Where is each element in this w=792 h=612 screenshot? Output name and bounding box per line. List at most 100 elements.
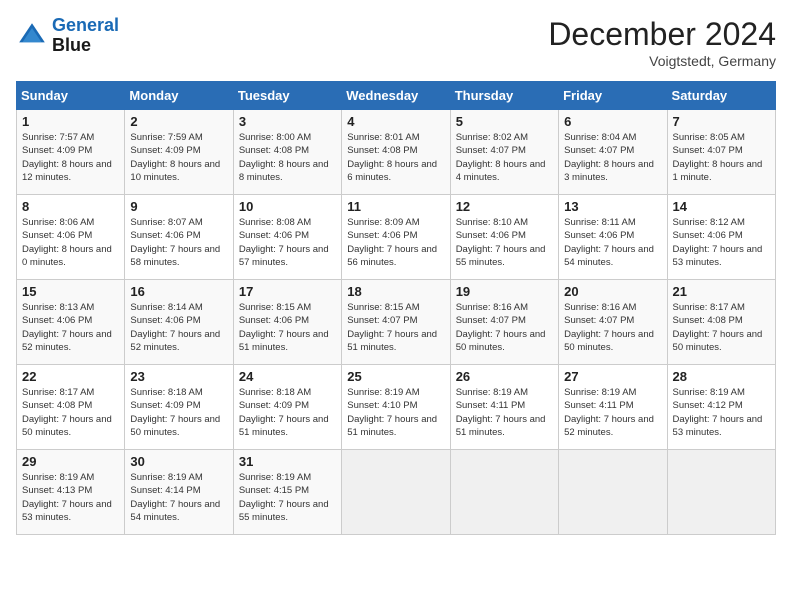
day-number: 6 [564, 114, 661, 129]
calendar-cell: 21 Sunrise: 8:17 AMSunset: 4:08 PMDayligh… [667, 280, 775, 365]
day-number: 17 [239, 284, 336, 299]
day-info: Sunrise: 8:08 AMSunset: 4:06 PMDaylight:… [239, 216, 336, 269]
day-number: 19 [456, 284, 553, 299]
day-info: Sunrise: 8:04 AMSunset: 4:07 PMDaylight:… [564, 131, 661, 184]
calendar-cell: 19 Sunrise: 8:16 AMSunset: 4:07 PMDayligh… [450, 280, 558, 365]
day-number: 18 [347, 284, 444, 299]
day-number: 29 [22, 454, 119, 469]
logo-text: General Blue [52, 16, 119, 56]
calendar-cell: 14 Sunrise: 8:12 AMSunset: 4:06 PMDayligh… [667, 195, 775, 280]
weekday-header-sunday: Sunday [17, 82, 125, 110]
day-number: 8 [22, 199, 119, 214]
calendar-cell: 25Sunrise: 8:19 AMSunset: 4:10 PMDayligh… [342, 365, 450, 450]
calendar-cell [667, 450, 775, 535]
calendar-cell: 8 Sunrise: 8:06 AMSunset: 4:06 PMDaylight… [17, 195, 125, 280]
calendar-cell: 2 Sunrise: 7:59 AMSunset: 4:09 PMDaylight… [125, 110, 233, 195]
day-number: 3 [239, 114, 336, 129]
page-header: General Blue December 2024 Voigtstedt, G… [16, 16, 776, 69]
day-number: 27 [564, 369, 661, 384]
day-number: 26 [456, 369, 553, 384]
day-number: 11 [347, 199, 444, 214]
calendar-cell: 10 Sunrise: 8:08 AMSunset: 4:06 PMDayligh… [233, 195, 341, 280]
calendar-cell: 26 Sunrise: 8:19 AMSunset: 4:11 PMDayligh… [450, 365, 558, 450]
day-info: Sunrise: 8:18 AMSunset: 4:09 PMDaylight:… [130, 386, 227, 439]
day-info: Sunrise: 8:13 AMSunset: 4:06 PMDaylight:… [22, 301, 119, 354]
calendar-cell [450, 450, 558, 535]
calendar-cell: 7 Sunrise: 8:05 AMSunset: 4:07 PMDaylight… [667, 110, 775, 195]
day-info: Sunrise: 8:19 AMSunset: 4:13 PMDaylight:… [22, 471, 119, 524]
location: Voigtstedt, Germany [548, 53, 776, 69]
calendar-table: SundayMondayTuesdayWednesdayThursdayFrid… [16, 81, 776, 535]
day-number: 7 [673, 114, 770, 129]
day-info: Sunrise: 8:17 AMSunset: 4:08 PMDaylight:… [673, 301, 770, 354]
weekday-header-thursday: Thursday [450, 82, 558, 110]
day-info: Sunrise: 8:16 AMSunset: 4:07 PMDaylight:… [564, 301, 661, 354]
day-info: Sunrise: 8:09 AMSunset: 4:06 PMDaylight:… [347, 216, 444, 269]
calendar-cell: 5Sunrise: 8:02 AMSunset: 4:07 PMDaylight… [450, 110, 558, 195]
calendar-cell: 16 Sunrise: 8:14 AMSunset: 4:06 PMDayligh… [125, 280, 233, 365]
weekday-header-saturday: Saturday [667, 82, 775, 110]
calendar-cell: 9Sunrise: 8:07 AMSunset: 4:06 PMDaylight… [125, 195, 233, 280]
calendar-cell [342, 450, 450, 535]
day-number: 1 [22, 114, 119, 129]
calendar-cell: 18Sunrise: 8:15 AMSunset: 4:07 PMDayligh… [342, 280, 450, 365]
calendar-cell: 11 Sunrise: 8:09 AMSunset: 4:06 PMDayligh… [342, 195, 450, 280]
weekday-header-wednesday: Wednesday [342, 82, 450, 110]
day-number: 16 [130, 284, 227, 299]
day-info: Sunrise: 8:11 AMSunset: 4:06 PMDaylight:… [564, 216, 661, 269]
calendar-cell: 20 Sunrise: 8:16 AMSunset: 4:07 PMDayligh… [559, 280, 667, 365]
calendar-cell: 24 Sunrise: 8:18 AMSunset: 4:09 PMDayligh… [233, 365, 341, 450]
calendar-cell [559, 450, 667, 535]
day-info: Sunrise: 8:14 AMSunset: 4:06 PMDaylight:… [130, 301, 227, 354]
day-number: 22 [22, 369, 119, 384]
day-number: 4 [347, 114, 444, 129]
calendar-cell: 13Sunrise: 8:11 AMSunset: 4:06 PMDayligh… [559, 195, 667, 280]
day-number: 30 [130, 454, 227, 469]
day-info: Sunrise: 8:01 AMSunset: 4:08 PMDaylight:… [347, 131, 444, 184]
day-number: 24 [239, 369, 336, 384]
day-info: Sunrise: 8:12 AMSunset: 4:06 PMDaylight:… [673, 216, 770, 269]
day-info: Sunrise: 8:19 AMSunset: 4:12 PMDaylight:… [673, 386, 770, 439]
logo-icon [16, 20, 48, 52]
day-info: Sunrise: 7:57 AMSunset: 4:09 PMDaylight:… [22, 131, 119, 184]
day-info: Sunrise: 8:06 AMSunset: 4:06 PMDaylight:… [22, 216, 119, 269]
day-info: Sunrise: 8:18 AMSunset: 4:09 PMDaylight:… [239, 386, 336, 439]
day-info: Sunrise: 8:07 AMSunset: 4:06 PMDaylight:… [130, 216, 227, 269]
day-info: Sunrise: 8:05 AMSunset: 4:07 PMDaylight:… [673, 131, 770, 184]
day-number: 23 [130, 369, 227, 384]
title-block: December 2024 Voigtstedt, Germany [548, 16, 776, 69]
calendar-cell: 4 Sunrise: 8:01 AMSunset: 4:08 PMDaylight… [342, 110, 450, 195]
day-info: Sunrise: 8:15 AMSunset: 4:06 PMDaylight:… [239, 301, 336, 354]
calendar-cell: 3 Sunrise: 8:00 AMSunset: 4:08 PMDaylight… [233, 110, 341, 195]
weekday-header-tuesday: Tuesday [233, 82, 341, 110]
calendar-cell: 1 Sunrise: 7:57 AMSunset: 4:09 PMDaylight… [17, 110, 125, 195]
calendar-cell: 15Sunrise: 8:13 AMSunset: 4:06 PMDayligh… [17, 280, 125, 365]
day-number: 2 [130, 114, 227, 129]
logo: General Blue [16, 16, 119, 56]
calendar-cell: 6 Sunrise: 8:04 AMSunset: 4:07 PMDaylight… [559, 110, 667, 195]
day-number: 28 [673, 369, 770, 384]
day-info: Sunrise: 7:59 AMSunset: 4:09 PMDaylight:… [130, 131, 227, 184]
day-number: 31 [239, 454, 336, 469]
calendar-cell: 23 Sunrise: 8:18 AMSunset: 4:09 PMDayligh… [125, 365, 233, 450]
calendar-cell: 28 Sunrise: 8:19 AMSunset: 4:12 PMDayligh… [667, 365, 775, 450]
day-info: Sunrise: 8:17 AMSunset: 4:08 PMDaylight:… [22, 386, 119, 439]
calendar-cell: 30 Sunrise: 8:19 AMSunset: 4:14 PMDayligh… [125, 450, 233, 535]
day-info: Sunrise: 8:19 AMSunset: 4:15 PMDaylight:… [239, 471, 336, 524]
calendar-cell: 22 Sunrise: 8:17 AMSunset: 4:08 PMDayligh… [17, 365, 125, 450]
day-number: 10 [239, 199, 336, 214]
day-info: Sunrise: 8:10 AMSunset: 4:06 PMDaylight:… [456, 216, 553, 269]
day-number: 14 [673, 199, 770, 214]
day-info: Sunrise: 8:19 AMSunset: 4:10 PMDaylight:… [347, 386, 444, 439]
weekday-header-friday: Friday [559, 82, 667, 110]
day-info: Sunrise: 8:19 AMSunset: 4:14 PMDaylight:… [130, 471, 227, 524]
day-info: Sunrise: 8:16 AMSunset: 4:07 PMDaylight:… [456, 301, 553, 354]
calendar-cell: 31 Sunrise: 8:19 AMSunset: 4:15 PMDayligh… [233, 450, 341, 535]
day-number: 12 [456, 199, 553, 214]
calendar-cell: 27Sunrise: 8:19 AMSunset: 4:11 PMDayligh… [559, 365, 667, 450]
day-number: 5 [456, 114, 553, 129]
day-number: 21 [673, 284, 770, 299]
day-number: 20 [564, 284, 661, 299]
day-info: Sunrise: 8:19 AMSunset: 4:11 PMDaylight:… [456, 386, 553, 439]
day-info: Sunrise: 8:00 AMSunset: 4:08 PMDaylight:… [239, 131, 336, 184]
